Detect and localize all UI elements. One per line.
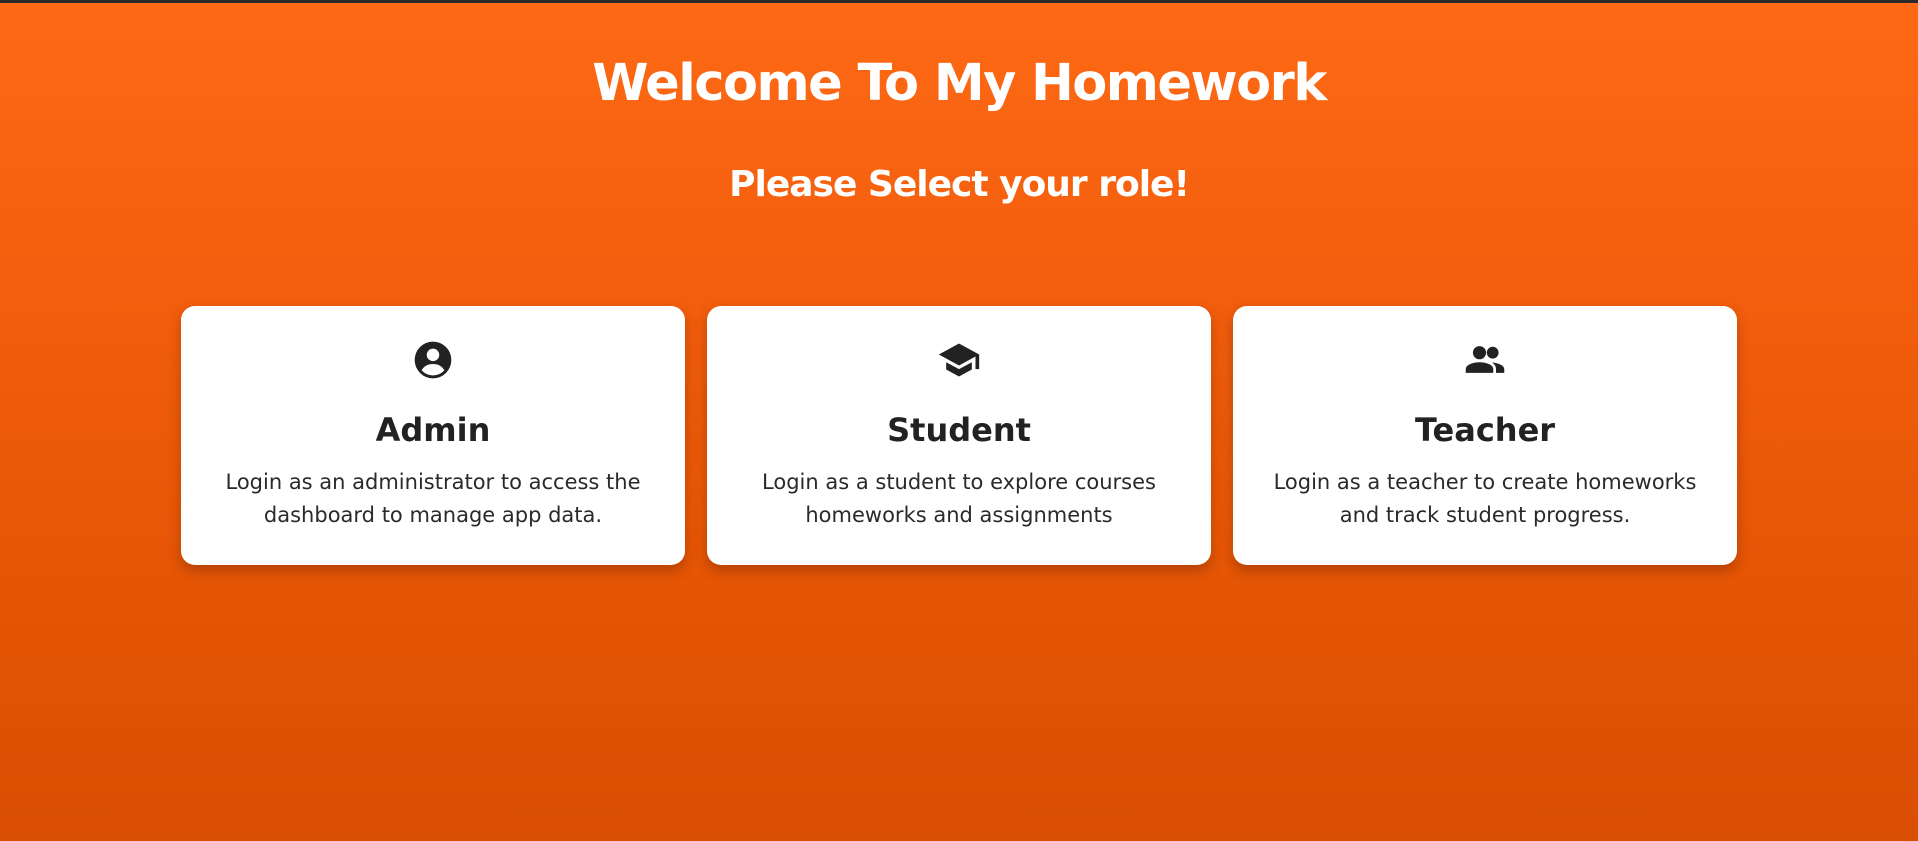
- role-name-teacher: Teacher: [1414, 411, 1556, 449]
- role-card-student[interactable]: Student Login as a student to explore co…: [707, 306, 1211, 565]
- role-description-admin: Login as an administrator to access the …: [225, 470, 641, 527]
- page-title: Welcome To My Homework: [592, 54, 1327, 113]
- account-circle-icon: [411, 338, 455, 382]
- role-name-student: Student: [887, 411, 1031, 449]
- browser-top-edge: [0, 0, 1918, 3]
- role-card-list: Admin Login as an administrator to acces…: [181, 306, 1737, 565]
- role-card-teacher[interactable]: Teacher Login as a teacher to create hom…: [1233, 306, 1737, 565]
- role-description-teacher: Login as a teacher to create homeworks a…: [1273, 470, 1697, 527]
- graduation-cap-icon: [937, 338, 981, 382]
- role-card-admin[interactable]: Admin Login as an administrator to acces…: [181, 306, 685, 565]
- people-icon: [1463, 338, 1507, 382]
- role-name-admin: Admin: [375, 411, 491, 449]
- page-subtitle: Please Select your role!: [729, 164, 1190, 205]
- role-description-student: Login as a student to explore courses ho…: [762, 470, 1156, 527]
